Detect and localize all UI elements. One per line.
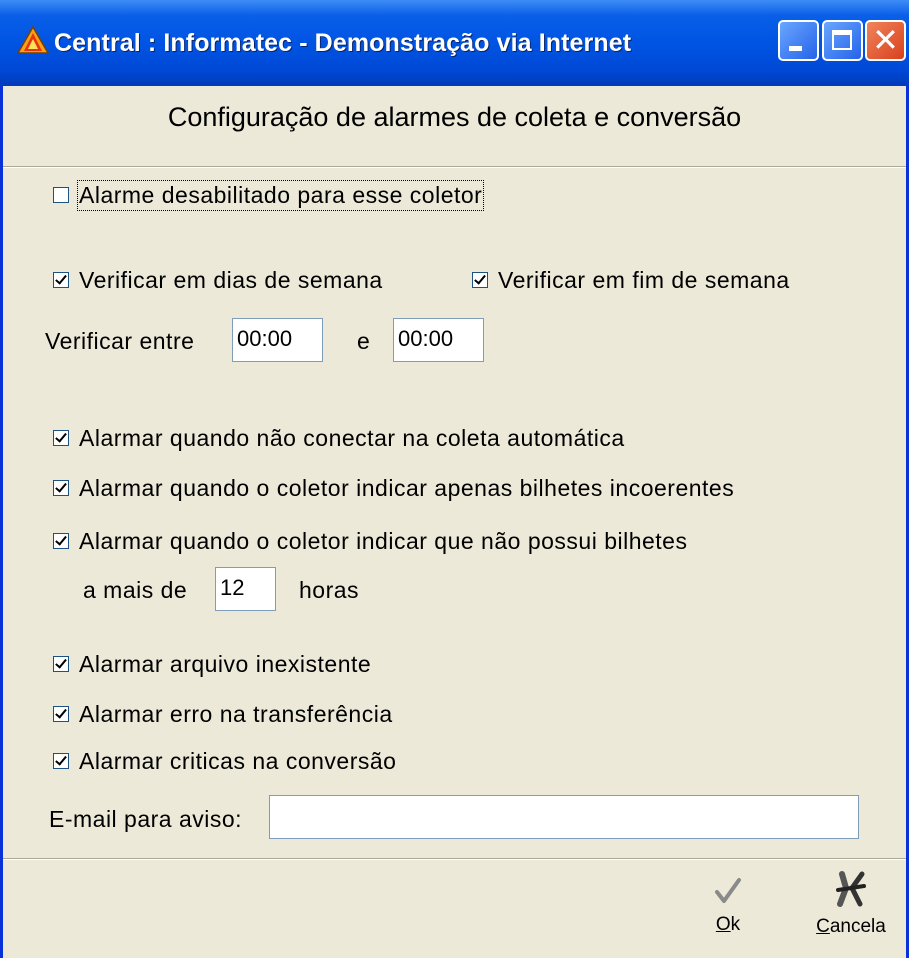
alarm-conversion-critical-row[interactable]: Alarmar criticas na conversão: [53, 747, 396, 775]
email-input[interactable]: [269, 795, 859, 839]
weekdays-checkbox[interactable]: [53, 272, 69, 288]
weekend-checkbox[interactable]: [472, 272, 488, 288]
alarm-conversion-critical-label: Alarmar criticas na conversão: [79, 747, 397, 774]
alarm-transfer-error-label: Alarmar erro na transferência: [79, 700, 393, 727]
time-range-label: Verificar entre: [45, 328, 195, 354]
cancel-x-icon: [836, 871, 866, 907]
hours-input[interactable]: 12: [215, 567, 276, 611]
alarm-transfer-error-row[interactable]: Alarmar erro na transferência: [53, 700, 393, 728]
time-from-input[interactable]: 00:00: [232, 318, 323, 362]
alarm-incoherent-row[interactable]: Alarmar quando o coletor indicar apenas …: [53, 474, 734, 502]
alarm-transfer-error-checkbox[interactable]: [53, 706, 69, 722]
alarm-no-connect-row[interactable]: Alarmar quando não conectar na coleta au…: [53, 424, 625, 452]
close-icon: ✕: [872, 21, 899, 59]
alarm-no-tickets-label: Alarmar quando o coletor indicar que não…: [79, 527, 688, 554]
alarm-no-connect-checkbox[interactable]: [53, 430, 69, 446]
alarm-conversion-critical-checkbox[interactable]: [53, 753, 69, 769]
title-bar[interactable]: Central : Informatec - Demonstração via …: [0, 0, 909, 86]
alarm-no-connect-label: Alarmar quando não conectar na coleta au…: [79, 424, 625, 451]
alarm-file-missing-label: Alarmar arquivo inexistente: [79, 650, 372, 677]
alarm-file-missing-row[interactable]: Alarmar arquivo inexistente: [53, 650, 371, 678]
hours-prefix-label: a mais de: [83, 577, 188, 603]
separator: [3, 166, 906, 168]
alarm-incoherent-label: Alarmar quando o coletor indicar apenas …: [79, 474, 735, 501]
close-button[interactable]: ✕: [865, 20, 906, 61]
alarm-disabled-checkbox-row[interactable]: Alarme desabilitado para esse coletor: [53, 179, 485, 211]
hours-suffix-label: horas: [299, 577, 360, 603]
alarm-file-missing-checkbox[interactable]: [53, 656, 69, 672]
alarm-disabled-label: Alarme desabilitado para esse coletor: [76, 179, 485, 211]
weekend-checkbox-row[interactable]: Verificar em fim de semana: [472, 266, 790, 294]
maximize-button[interactable]: [822, 20, 863, 61]
weekend-label: Verificar em fim de semana: [498, 266, 790, 293]
cancel-mnemonic: C: [816, 916, 830, 937]
cancel-button-label: Cancela: [803, 916, 899, 938]
app-logo-icon: [16, 25, 50, 54]
checkmark-icon: [715, 878, 741, 903]
minimize-button[interactable]: [778, 20, 819, 61]
ok-mnemonic: O: [715, 914, 731, 935]
separator: [3, 858, 906, 860]
ok-label-rest: k: [730, 914, 741, 935]
weekdays-checkbox-row[interactable]: Verificar em dias de semana: [53, 266, 383, 294]
alarm-incoherent-checkbox[interactable]: [53, 480, 69, 496]
dialog-heading: Configuração de alarmes de coleta e conv…: [167, 102, 742, 132]
ok-button[interactable]: Ok: [693, 876, 763, 936]
email-label: E-mail para aviso:: [49, 806, 243, 832]
dialog-window: Central : Informatec - Demonstração via …: [0, 0, 909, 958]
time-range-connector: e: [357, 328, 371, 354]
alarm-no-tickets-checkbox[interactable]: [53, 533, 69, 549]
alarm-disabled-checkbox[interactable]: [53, 187, 69, 203]
window-title: Central : Informatec - Demonstração via …: [54, 29, 632, 57]
ok-button-label: Ok: [693, 914, 763, 936]
weekdays-label: Verificar em dias de semana: [79, 266, 383, 293]
cancel-button[interactable]: Cancela: [803, 870, 899, 938]
alarm-no-tickets-row[interactable]: Alarmar quando o coletor indicar que não…: [53, 527, 687, 555]
cancel-label-rest: ancela: [829, 916, 886, 937]
time-to-input[interactable]: 00:00: [393, 318, 484, 362]
